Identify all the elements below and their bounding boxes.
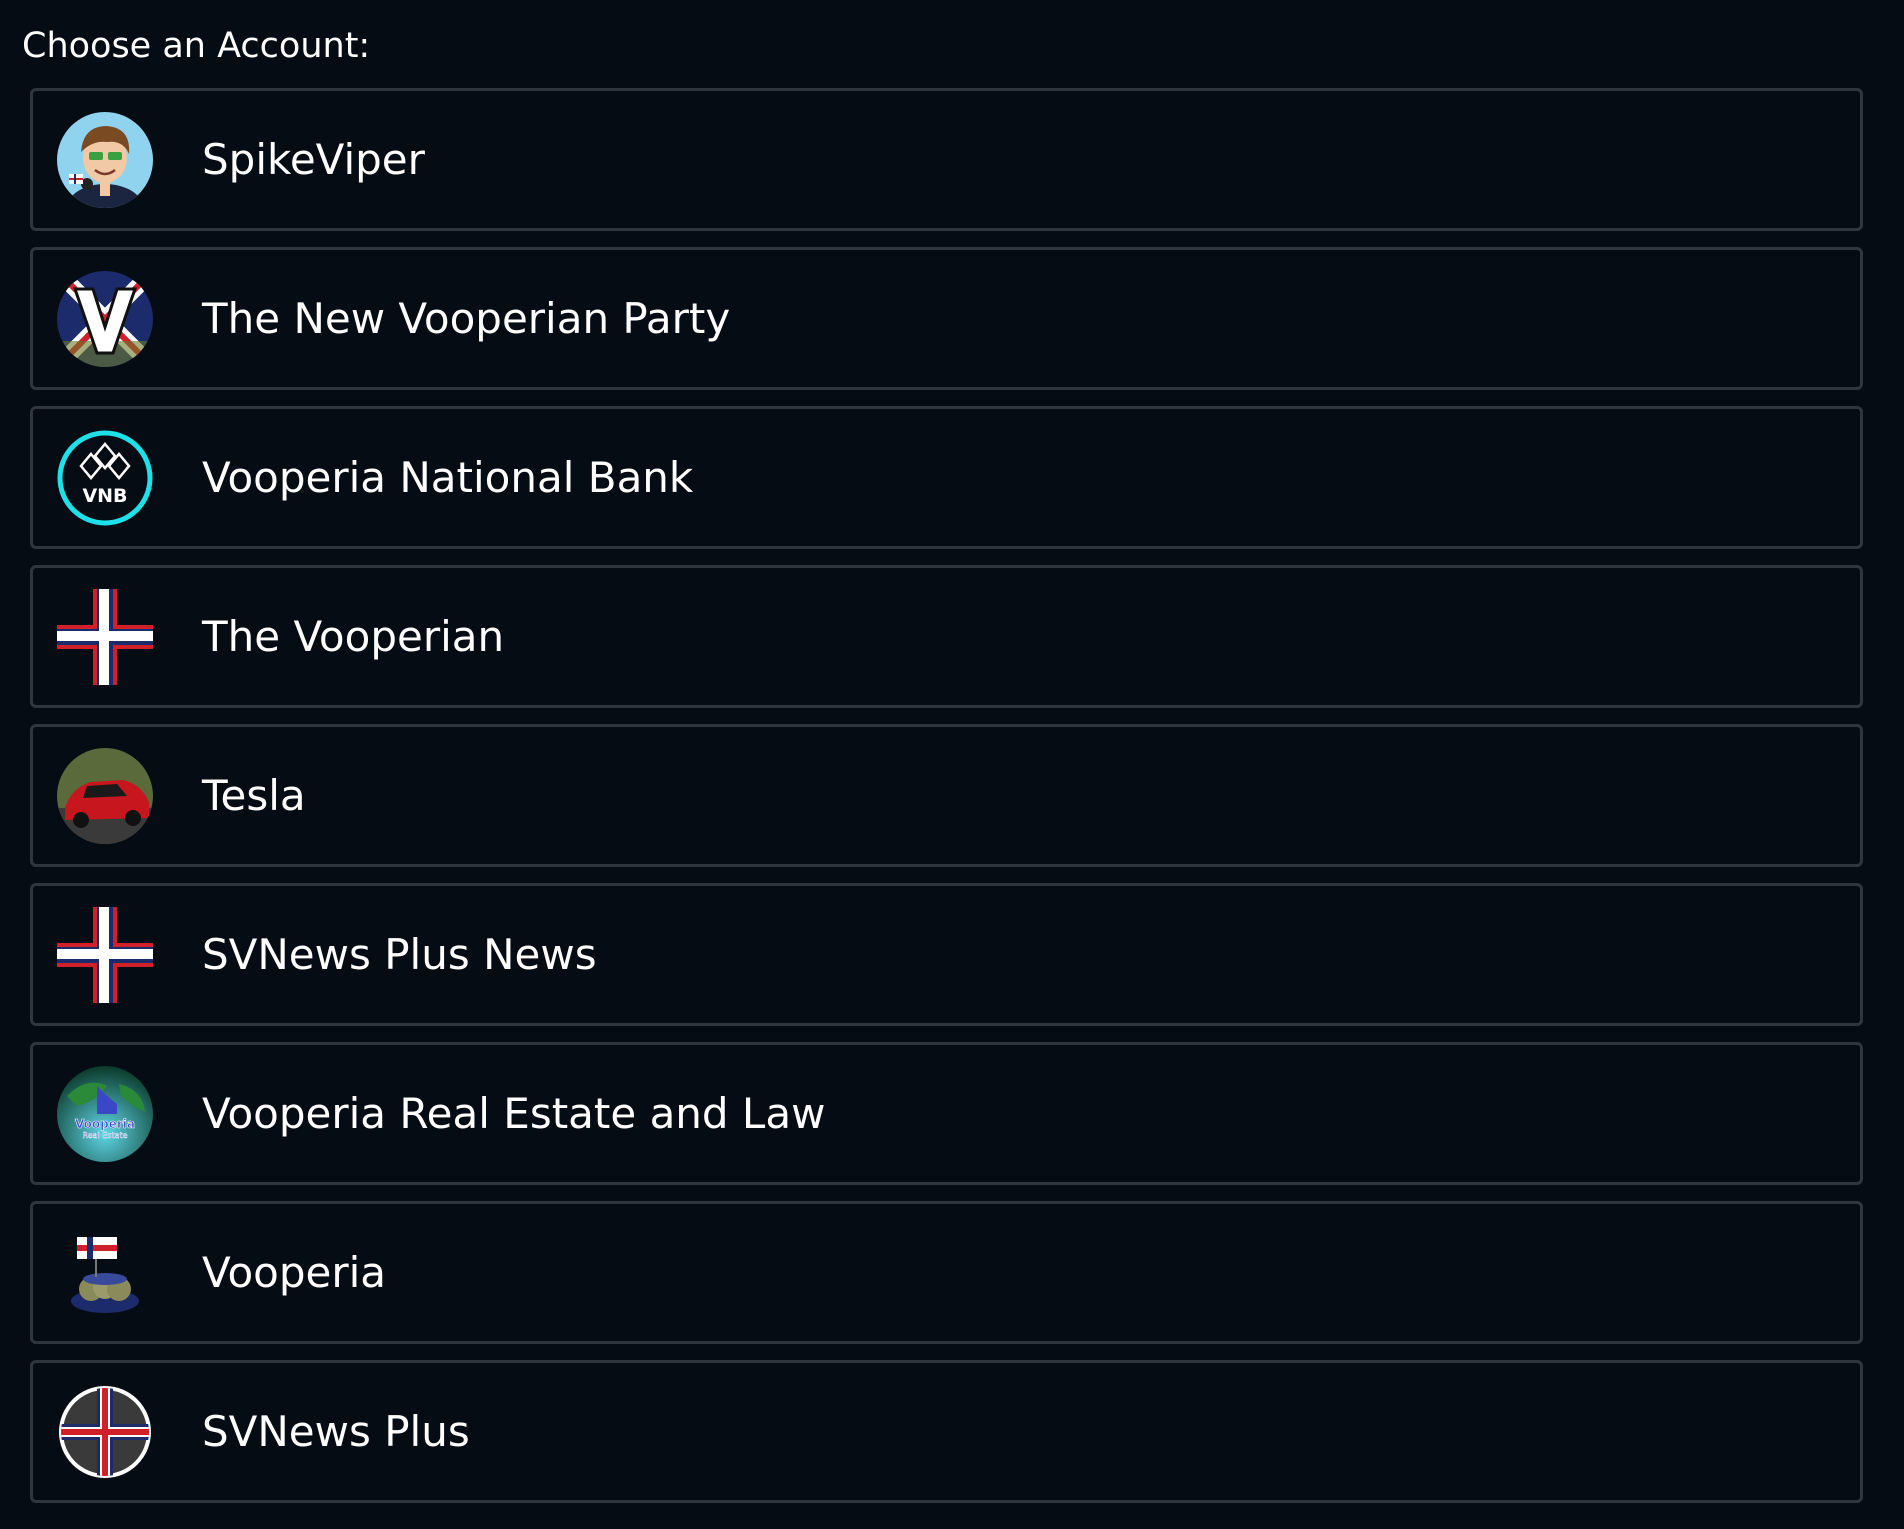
account-item-svnews-plus[interactable]: SVNews Plus	[30, 1360, 1863, 1503]
account-item-the-vooperian[interactable]: The Vooperian	[30, 565, 1863, 708]
account-list: SpikeViper The New Vooperian Party VNB V…	[30, 88, 1863, 1519]
spikeviper-avatar-icon	[57, 111, 153, 208]
account-name: The Vooperian	[202, 612, 505, 661]
account-item-vooperia-national-bank[interactable]: VNB Vooperia National Bank	[30, 406, 1863, 549]
account-name: Vooperia National Bank	[202, 453, 694, 502]
account-item-vooperia[interactable]: Vooperia	[30, 1201, 1863, 1344]
svg-text:Vooperia: Vooperia	[75, 1117, 135, 1131]
account-name: SVNews Plus News	[202, 930, 597, 979]
account-name: SVNews Plus	[202, 1407, 470, 1456]
account-item-new-vooperian-party[interactable]: The New Vooperian Party	[30, 247, 1863, 390]
account-item-spikeviper[interactable]: SpikeViper	[30, 88, 1863, 231]
account-item-vooperia-real-estate-and-law[interactable]: Vooperia Real Estate Vooperia Real Estat…	[30, 1042, 1863, 1185]
account-name: Vooperia Real Estate and Law	[202, 1089, 826, 1138]
account-name: The New Vooperian Party	[202, 294, 731, 343]
svg-text:Real Estate: Real Estate	[82, 1131, 127, 1140]
red-car-icon	[57, 747, 153, 844]
page-heading: Choose an Account:	[22, 26, 371, 66]
account-item-svnews-plus-news[interactable]: SVNews Plus News	[30, 883, 1863, 1026]
vooperian-cross-icon	[57, 588, 153, 685]
vooperian-cross-icon	[57, 906, 153, 1003]
party-v-logo-icon	[57, 270, 153, 367]
account-name: SpikeViper	[202, 135, 425, 184]
account-name: Tesla	[202, 771, 306, 820]
vooperia-flag-icon	[57, 1225, 153, 1321]
account-name: Vooperia	[202, 1248, 387, 1297]
vnb-icon-text: VNB	[82, 485, 127, 507]
svnews-plus-cross-icon	[57, 1384, 153, 1480]
vnb-logo-icon: VNB	[57, 430, 153, 526]
real-estate-globe-icon: Vooperia Real Estate	[57, 1065, 153, 1162]
account-item-tesla[interactable]: Tesla	[30, 724, 1863, 867]
